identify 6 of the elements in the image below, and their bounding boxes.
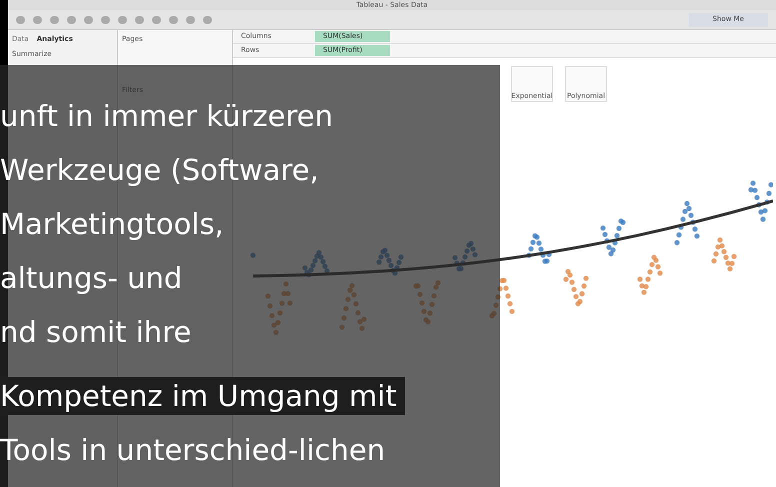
caption-line: unft in immer kürzeren	[0, 98, 334, 135]
caption-line: Werkzeuge (Software,	[0, 152, 319, 189]
caption-line: Marketingtools,	[0, 206, 224, 243]
caption-line: altungs- und	[0, 260, 182, 297]
caption-line: nd somit ihre	[0, 314, 192, 351]
caption-line: Tools in unterschied-lichen	[0, 432, 386, 469]
